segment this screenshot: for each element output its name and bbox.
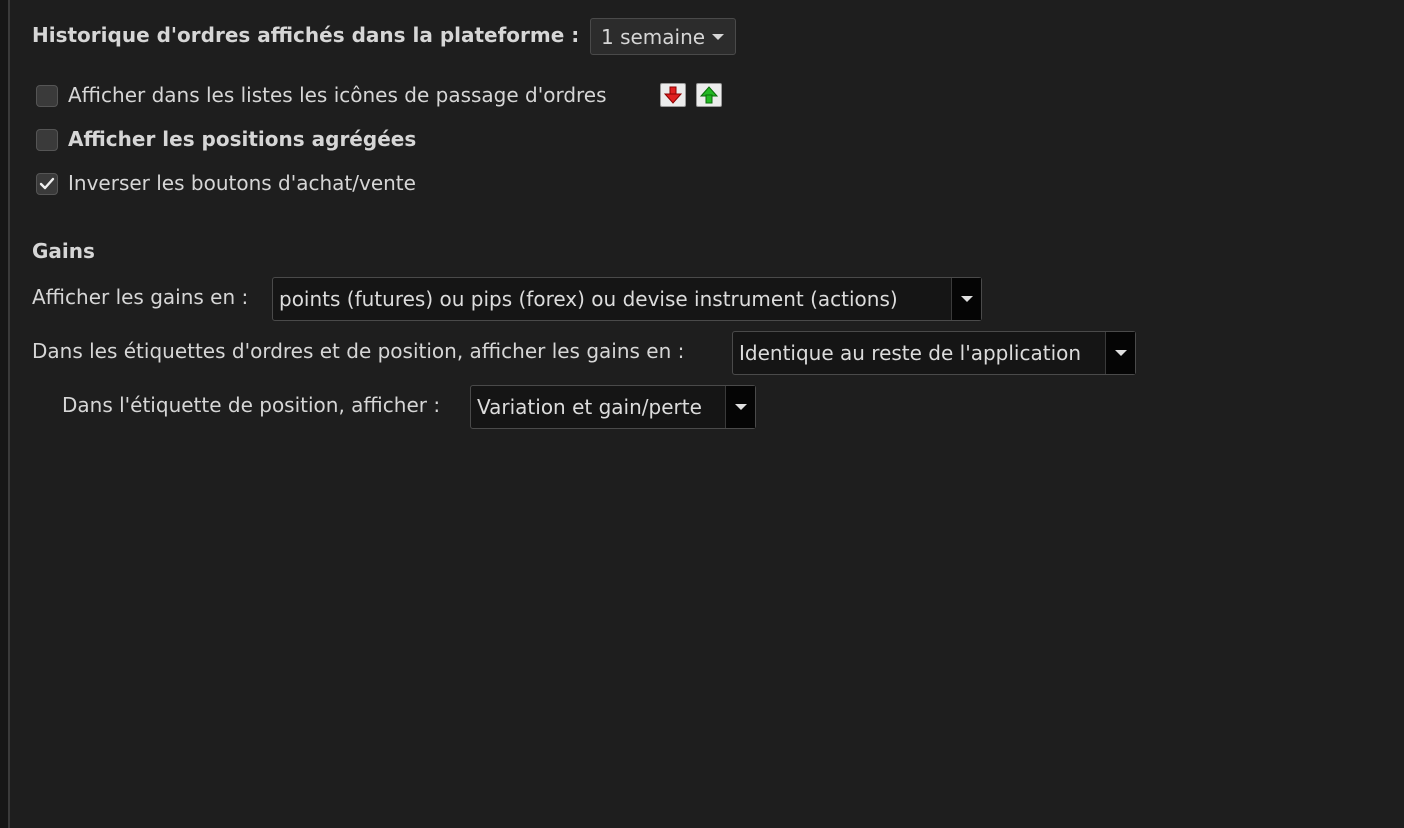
chevron-down-icon: [712, 33, 725, 40]
sell-order-icon: [660, 83, 686, 107]
chevron-down-icon: [960, 296, 973, 302]
checkmark-icon: [39, 177, 55, 190]
chevron-down-icon: [1114, 350, 1127, 356]
position-label-combo[interactable]: Variation et gain/perte: [470, 385, 756, 429]
position-label-value: Variation et gain/perte: [477, 395, 702, 419]
position-label-dropdown-button[interactable]: [725, 386, 755, 428]
order-icons-label: Afficher dans les listes les icônes de p…: [68, 83, 607, 107]
gains-display-combo[interactable]: points (futures) ou pips (forex) ou devi…: [272, 277, 982, 321]
history-period-select[interactable]: 1 semaine: [590, 18, 736, 55]
aggregated-positions-label: Afficher les positions agrégées: [68, 127, 417, 151]
gains-display-value: points (futures) ou pips (forex) ou devi…: [279, 287, 898, 311]
aggregated-positions-checkbox[interactable]: [36, 129, 58, 151]
gains-display-dropdown-button[interactable]: [951, 278, 981, 320]
history-label: Historique d'ordres affichés dans la pla…: [32, 23, 580, 47]
gains-display-label: Afficher les gains en :: [32, 285, 249, 309]
labels-gains-dropdown-button[interactable]: [1105, 332, 1135, 374]
labels-gains-combo[interactable]: Identique au reste de l'application: [732, 331, 1136, 375]
order-icons-checkbox[interactable]: [36, 85, 58, 107]
chevron-down-icon: [734, 404, 747, 410]
position-label-label: Dans l'étiquette de position, afficher :: [62, 393, 441, 417]
left-panel-border: [0, 0, 10, 828]
invert-buttons-checkbox[interactable]: [36, 173, 58, 195]
invert-buttons-label: Inverser les boutons d'achat/vente: [68, 171, 416, 195]
labels-gains-label: Dans les étiquettes d'ordres et de posit…: [32, 339, 685, 363]
gains-section-title: Gains: [32, 239, 95, 263]
buy-order-icon: [696, 83, 722, 107]
history-period-value: 1 semaine: [601, 24, 706, 49]
labels-gains-value: Identique au reste de l'application: [739, 341, 1082, 365]
